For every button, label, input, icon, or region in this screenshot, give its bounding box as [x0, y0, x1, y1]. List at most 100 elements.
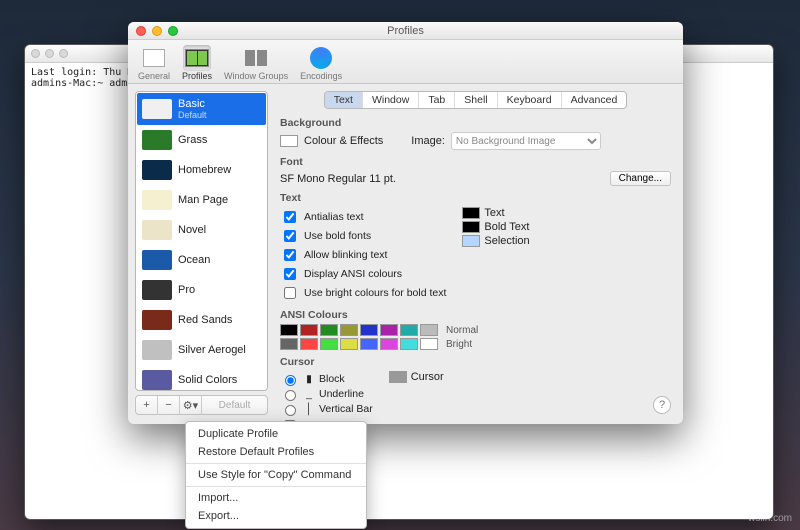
- ansi-swatch[interactable]: [340, 338, 358, 350]
- checkbox-label: Use bold fonts: [304, 230, 371, 242]
- text-option[interactable]: Antialias text: [280, 208, 446, 226]
- menu-separator: [186, 486, 366, 487]
- ansi-swatch[interactable]: [340, 324, 358, 336]
- text-colour-swatch[interactable]: [462, 221, 480, 233]
- menu-item[interactable]: Restore Default Profiles: [186, 443, 366, 461]
- ansi-swatch[interactable]: [420, 338, 438, 350]
- profile-name: Ocean: [178, 254, 210, 266]
- text-option[interactable]: Allow blinking text: [280, 246, 446, 264]
- profile-item-homebrew[interactable]: Homebrew: [137, 155, 266, 185]
- radio-label: Block: [319, 373, 345, 385]
- tab-shell[interactable]: Shell: [455, 92, 497, 108]
- ansi-swatch[interactable]: [400, 324, 418, 336]
- toolbar-profiles[interactable]: Profiles: [182, 43, 212, 83]
- profile-item-red-sands[interactable]: Red Sands: [137, 305, 266, 335]
- profile-item-novel[interactable]: Novel: [137, 215, 266, 245]
- profile-item-solid-colors[interactable]: Solid Colors: [137, 365, 266, 391]
- ansi-swatch[interactable]: [400, 338, 418, 350]
- watermark: wsiin.com: [748, 513, 792, 524]
- checkbox-icon[interactable]: [284, 287, 296, 299]
- window-title: Profiles: [128, 25, 683, 37]
- ansi-swatch[interactable]: [320, 324, 338, 336]
- profile-subtitle: Default: [178, 110, 207, 120]
- profile-item-ocean[interactable]: Ocean: [137, 245, 266, 275]
- radio-icon[interactable]: [285, 405, 296, 416]
- text-option-bright[interactable]: Use bright colours for bold text: [280, 284, 446, 302]
- remove-profile-button[interactable]: −: [158, 396, 180, 414]
- profile-item-silver-aerogel[interactable]: Silver Aerogel: [137, 335, 266, 365]
- profile-thumbnail: [142, 130, 172, 150]
- text-heading: Text: [280, 192, 671, 204]
- ansi-row-label: Normal: [446, 325, 478, 336]
- traffic-close-inactive[interactable]: [31, 49, 40, 58]
- ansi-swatch[interactable]: [360, 338, 378, 350]
- tab-advanced[interactable]: Advanced: [562, 92, 627, 108]
- ansi-swatch[interactable]: [420, 324, 438, 336]
- profile-thumbnail: [142, 220, 172, 240]
- menu-item[interactable]: Duplicate Profile: [186, 425, 366, 443]
- cursor-option[interactable]: │ Vertical Bar: [280, 402, 373, 416]
- profile-name: Red Sands: [178, 314, 232, 326]
- help-button[interactable]: ?: [653, 396, 671, 414]
- cursor-option[interactable]: _Underline: [280, 387, 373, 401]
- traffic-zoom-inactive[interactable]: [59, 49, 68, 58]
- profile-name: Basic: [178, 98, 205, 110]
- background-colour-label: Colour & Effects: [304, 135, 383, 147]
- general-icon: [140, 45, 168, 71]
- change-font-button[interactable]: Change...: [610, 171, 671, 186]
- background-colour-swatch[interactable]: [280, 135, 298, 147]
- tab-window[interactable]: Window: [363, 92, 419, 108]
- profile-thumbnail: [142, 310, 172, 330]
- radio-label: Vertical Bar: [319, 403, 373, 415]
- ansi-swatch[interactable]: [300, 338, 318, 350]
- set-default-button[interactable]: Default: [202, 396, 267, 414]
- cursor-glyph-icon: │: [304, 403, 314, 415]
- menu-item[interactable]: Import...: [186, 489, 366, 507]
- cursor-option[interactable]: ▮Block: [280, 372, 373, 386]
- profile-item-basic[interactable]: BasicDefault: [137, 93, 266, 125]
- checkbox-icon[interactable]: [284, 268, 296, 280]
- ansi-swatch[interactable]: [380, 338, 398, 350]
- ansi-swatch[interactable]: [380, 324, 398, 336]
- text-sample-label: Selection: [484, 235, 529, 247]
- profiles-window: Profiles General Profiles Window Groups Enc…: [128, 22, 683, 424]
- text-sample-label: Text: [484, 207, 504, 219]
- ansi-swatch[interactable]: [280, 338, 298, 350]
- tab-keyboard[interactable]: Keyboard: [498, 92, 562, 108]
- tab-text[interactable]: Text: [325, 92, 363, 108]
- background-image-select[interactable]: No Background Image: [451, 132, 601, 150]
- background-image-label: Image:: [411, 135, 445, 147]
- text-option[interactable]: Use bold fonts: [280, 227, 446, 245]
- toolbar-general[interactable]: General: [138, 43, 170, 83]
- ansi-swatch[interactable]: [280, 324, 298, 336]
- profile-list-controls: + − ⚙︎▾ Default: [135, 395, 268, 415]
- tab-tab[interactable]: Tab: [419, 92, 455, 108]
- toolbar-label: General: [138, 71, 170, 81]
- menu-item[interactable]: Export...: [186, 507, 366, 525]
- menu-item[interactable]: Use Style for "Copy" Command: [186, 466, 366, 484]
- text-colour-swatch[interactable]: [462, 207, 480, 219]
- ansi-swatch[interactable]: [360, 324, 378, 336]
- checkbox-icon[interactable]: [284, 211, 296, 223]
- toolbar-wg[interactable]: Window Groups: [224, 43, 288, 83]
- cursor-colour-swatch[interactable]: [389, 371, 407, 383]
- checkbox-icon[interactable]: [284, 249, 296, 261]
- traffic-min-inactive[interactable]: [45, 49, 54, 58]
- ansi-swatch[interactable]: [300, 324, 318, 336]
- text-sample-label: Bold Text: [484, 221, 529, 233]
- prefs-titlebar: Profiles: [128, 22, 683, 40]
- radio-icon[interactable]: [285, 390, 296, 401]
- cursor-glyph-icon: _: [304, 388, 314, 400]
- checkbox-icon[interactable]: [284, 230, 296, 242]
- add-profile-button[interactable]: +: [136, 396, 158, 414]
- profile-item-grass[interactable]: Grass: [137, 125, 266, 155]
- profile-item-pro[interactable]: Pro: [137, 275, 266, 305]
- profile-item-man-page[interactable]: Man Page: [137, 185, 266, 215]
- ansi-swatch[interactable]: [320, 338, 338, 350]
- profile-list[interactable]: BasicDefaultGrassHomebrewMan PageNovelOc…: [135, 91, 268, 391]
- radio-icon[interactable]: [285, 375, 296, 386]
- text-option[interactable]: Display ANSI colours: [280, 265, 446, 283]
- text-colour-swatch[interactable]: [462, 235, 480, 247]
- profile-actions-button[interactable]: ⚙︎▾: [180, 396, 202, 414]
- toolbar-enc[interactable]: Encodings: [300, 43, 342, 83]
